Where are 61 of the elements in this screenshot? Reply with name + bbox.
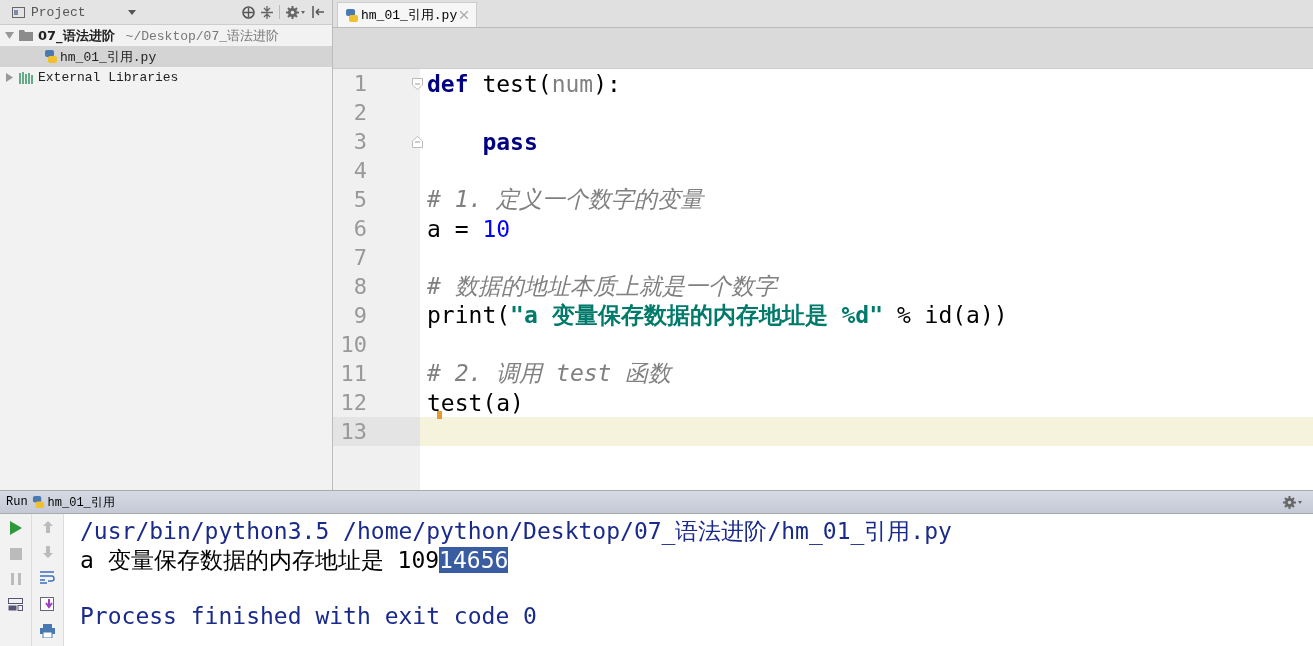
- expand-arrow-icon[interactable]: [5, 31, 14, 40]
- code-token: def: [427, 70, 469, 97]
- code-token: pass: [481, 128, 538, 155]
- code-token: 10: [482, 215, 511, 242]
- editor-tab[interactable]: hm_01_引用.py: [337, 2, 478, 27]
- library-icon: [19, 71, 33, 84]
- project-view-icon: [12, 6, 25, 18]
- run-icon[interactable]: [9, 521, 22, 535]
- tree-item[interactable]: hm_01_引用.py: [0, 46, 332, 67]
- python-file-icon: [31, 496, 44, 508]
- code-token: test(a): [427, 389, 524, 416]
- run-config-tab[interactable]: hm_01_引用: [47, 493, 115, 511]
- folder-icon: [19, 30, 33, 41]
- code-token: # 1. 定义一个数字的变量: [427, 186, 704, 212]
- settings-icon[interactable]: [286, 5, 306, 19]
- run-panel-title: Run: [6, 495, 28, 509]
- soft-wrap-icon[interactable]: [40, 571, 55, 584]
- line-number: 4: [352, 158, 367, 183]
- close-icon[interactable]: [460, 11, 469, 19]
- print-icon[interactable]: [40, 624, 55, 638]
- scroll-to-end-icon[interactable]: [40, 597, 55, 611]
- line-number: 9: [352, 303, 367, 328]
- fold-marker-icon[interactable]: [412, 136, 423, 148]
- fold-marker-icon[interactable]: [412, 78, 423, 90]
- dropdown-caret-icon[interactable]: [127, 9, 136, 15]
- line-number: 6: [352, 216, 367, 241]
- code-token: ):: [593, 70, 621, 97]
- settings-icon[interactable]: [1283, 495, 1303, 509]
- code-token: num: [551, 70, 594, 97]
- console-output: a 变量保存数据的内存地址是 109: [80, 547, 440, 573]
- line-number: 13: [339, 419, 367, 444]
- python-file-icon: [44, 50, 57, 63]
- line-number: 10: [339, 332, 367, 357]
- line-number: 8: [352, 274, 367, 299]
- tree-item[interactable]: 07_语法进阶 ~/Desktop/07_语法进阶: [0, 25, 332, 46]
- expand-arrow-icon[interactable]: [5, 73, 14, 82]
- line-number: 5: [352, 187, 367, 212]
- line-number: 1: [352, 71, 367, 96]
- code-token: print(: [427, 302, 511, 328]
- tree-item[interactable]: External Libraries: [0, 67, 332, 88]
- collapse-icon[interactable]: [261, 5, 273, 19]
- code-token: # 2. 调用 test 函数: [427, 360, 672, 386]
- line-number: 12: [339, 390, 367, 415]
- layout-icon[interactable]: [8, 598, 23, 611]
- line-number: 7: [352, 245, 367, 270]
- hide-panel-icon[interactable]: [312, 6, 324, 18]
- line-number: 2: [352, 100, 367, 125]
- line-number: 11: [339, 361, 367, 386]
- project-view-dropdown[interactable]: Project: [31, 4, 122, 20]
- code-token: "a 变量保存数据的内存地址是 %d": [510, 302, 884, 328]
- python-file-icon: [345, 8, 358, 22]
- code-token: test(: [481, 70, 552, 97]
- console-output: /usr/bin/python3.5 /home/python/Desktop/07_语法进阶/hm_01_引用.py: [80, 518, 952, 544]
- code-token: a =: [427, 215, 470, 242]
- crosshair-icon[interactable]: [242, 5, 255, 19]
- code-token: # 数据的地址本质上就是一个数字: [427, 273, 777, 299]
- console-output: Process finished with exit code 0: [80, 603, 537, 629]
- console-output: 14656: [439, 547, 509, 573]
- code-token: % id(a)): [895, 302, 1008, 328]
- line-number: 3: [352, 129, 367, 154]
- folder-path: ~/Desktop/07_语法进阶: [125, 27, 279, 45]
